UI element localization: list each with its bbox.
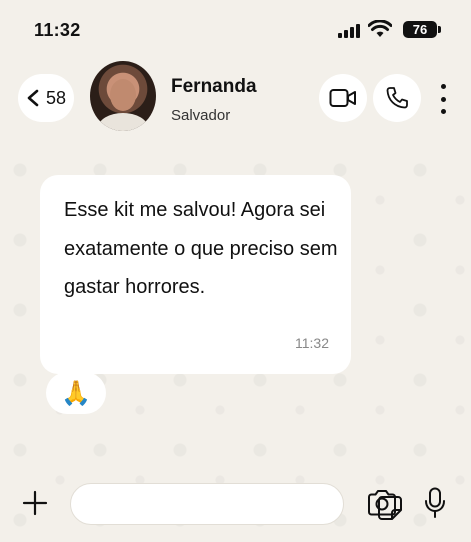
phone-icon — [386, 87, 408, 109]
message-reaction[interactable]: 🙏 — [46, 372, 106, 414]
message-input[interactable] — [85, 484, 299, 526]
contact-name[interactable]: Fernanda — [171, 76, 257, 98]
status-time: 11:32 — [34, 20, 81, 40]
more-options-button[interactable] — [436, 84, 450, 114]
microphone-icon[interactable] — [424, 487, 446, 519]
battery-icon: 76 — [403, 21, 437, 38]
message-input-bar — [0, 478, 471, 542]
video-camera-icon — [329, 89, 356, 107]
voice-call-button[interactable] — [373, 74, 421, 122]
message-time: 11:32 — [295, 335, 329, 351]
chevron-left-icon — [27, 89, 39, 107]
avatar-shirt — [98, 113, 148, 131]
avatar-face — [110, 79, 136, 111]
wifi-icon — [368, 20, 392, 37]
unread-count: 58 — [45, 87, 67, 108]
avatar[interactable] — [90, 61, 156, 131]
incoming-message-bubble[interactable]: Esse kit me salvou! Agora sei exatamente… — [40, 175, 351, 374]
chat-header: 58 Fernanda Salvador — [0, 58, 471, 136]
video-call-button[interactable] — [319, 74, 367, 122]
status-bar: 11:32 76 — [0, 0, 471, 62]
back-button[interactable]: 58 — [18, 74, 74, 122]
plus-icon[interactable] — [20, 488, 50, 518]
cellular-signal-icon — [338, 24, 360, 38]
folded-hands-emoji: 🙏 — [61, 379, 91, 407]
message-text: Esse kit me salvou! Agora sei exatamente… — [64, 199, 338, 298]
message-field[interactable] — [70, 483, 402, 526]
battery-cap — [438, 26, 441, 33]
more-vertical-icon — [440, 84, 446, 89]
camera-icon[interactable] — [366, 489, 398, 517]
contact-subtitle[interactable]: Salvador — [171, 107, 230, 124]
